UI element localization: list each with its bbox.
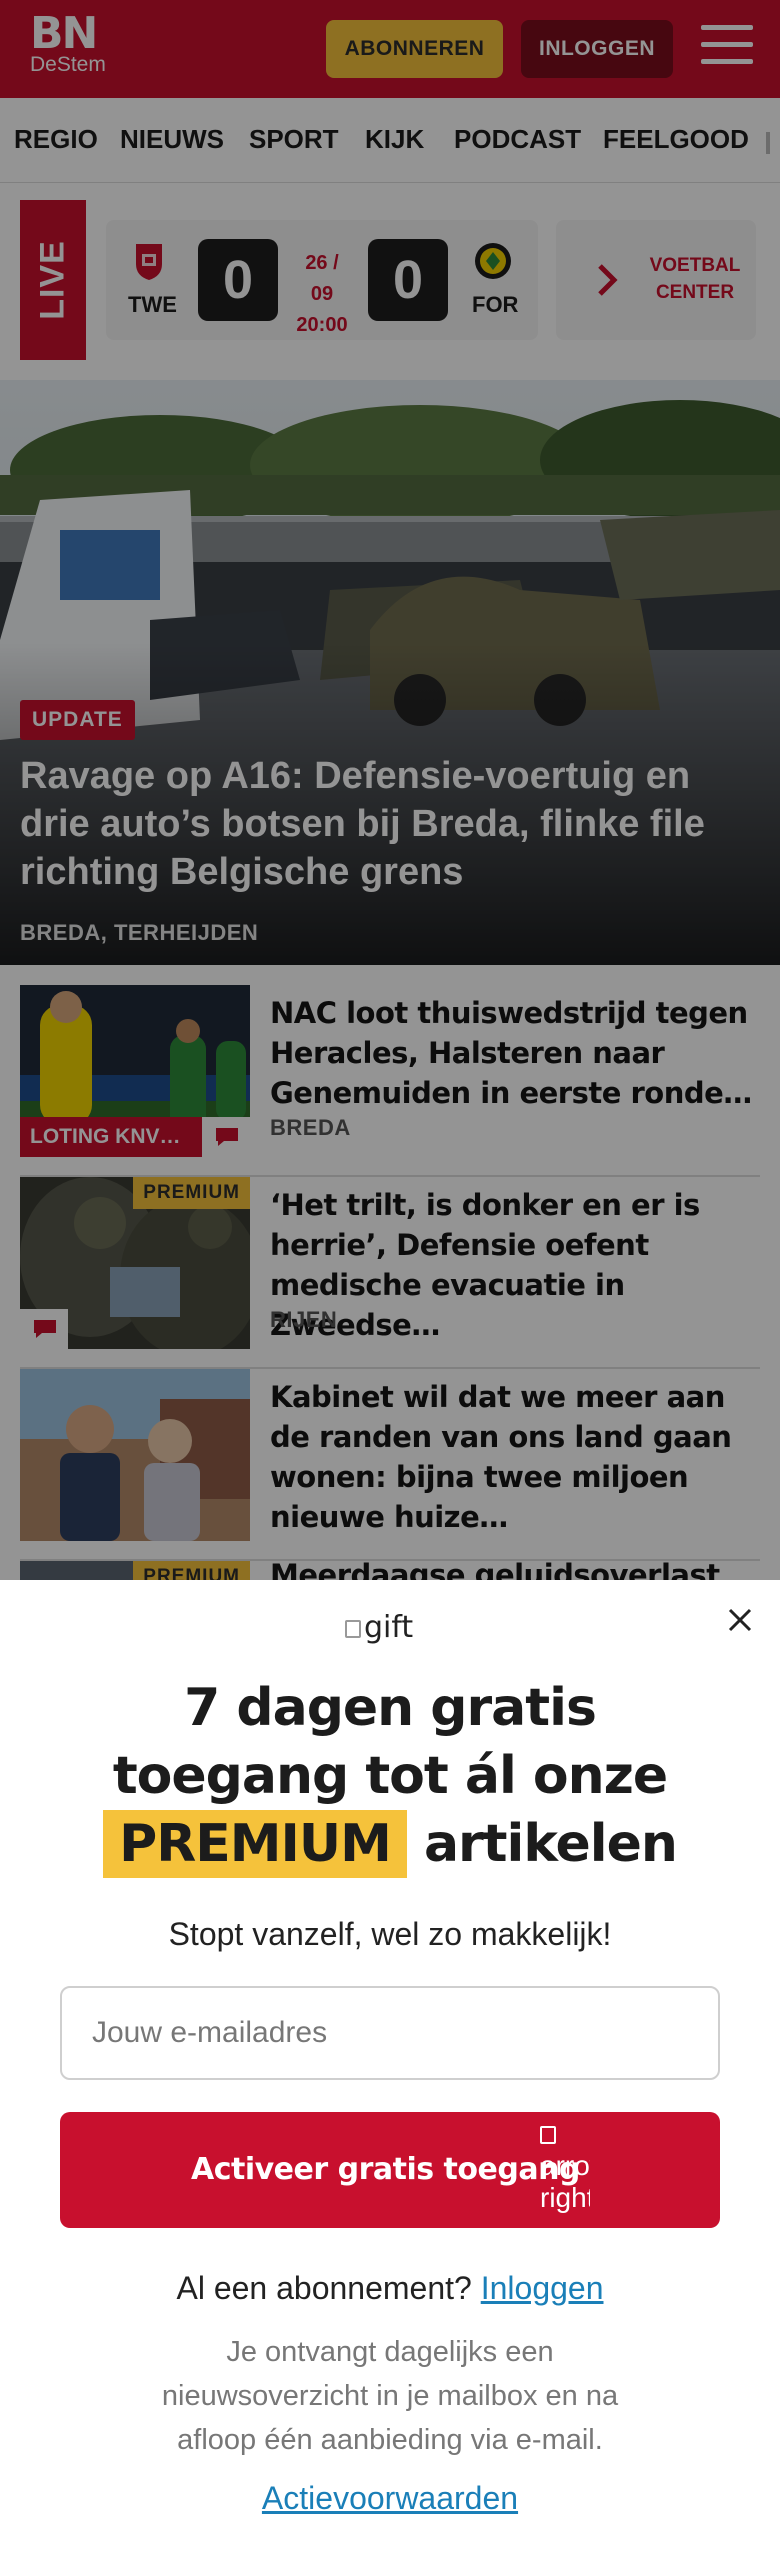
gift-icon: gift xyxy=(345,1610,435,1652)
terms-link[interactable]: Actievoorwaarden xyxy=(0,2480,780,2517)
email-field[interactable]: Jouw e-mailadres xyxy=(60,1986,720,2080)
gift-alt-text: gift xyxy=(364,1610,414,1645)
modal-login-link[interactable]: Inloggen xyxy=(481,2270,604,2306)
activate-trial-button[interactable]: Activeer gratis toegang arrow right xyxy=(60,2112,720,2228)
already-subscribed: Al een abonnement? Inloggen xyxy=(0,2270,780,2307)
premium-highlight: PREMIUM xyxy=(103,1810,407,1878)
modal-title: 7 dagen gratis toegang tot ál onze PREMI… xyxy=(0,1674,780,1878)
arrow-right-icon: arrow right xyxy=(540,2118,590,2222)
arrow-alt-text: arrow right xyxy=(540,2150,590,2213)
modal-subtitle: Stopt vanzelf, wel zo makkelijk! xyxy=(168,1916,612,1952)
modal-title-line1: 7 dagen gratis xyxy=(184,1678,597,1738)
modal-title-line3-rest: artikelen xyxy=(423,1814,678,1874)
modal-info-text: Je ontvangt dagelijks een nieuwsoverzich… xyxy=(161,2336,619,2456)
modal-backdrop[interactable] xyxy=(0,0,780,1580)
close-icon[interactable] xyxy=(722,1602,758,1638)
modal-title-line2: toegang tot ál onze xyxy=(112,1746,668,1806)
activate-trial-label: Activeer gratis toegang xyxy=(191,2152,580,2187)
trial-modal: gift 7 dagen gratis toegang tot ál onze … xyxy=(0,1580,780,2560)
already-text: Al een abonnement? xyxy=(176,2270,472,2306)
modal-title-line3: PREMIUM artikelen xyxy=(0,1810,780,1878)
